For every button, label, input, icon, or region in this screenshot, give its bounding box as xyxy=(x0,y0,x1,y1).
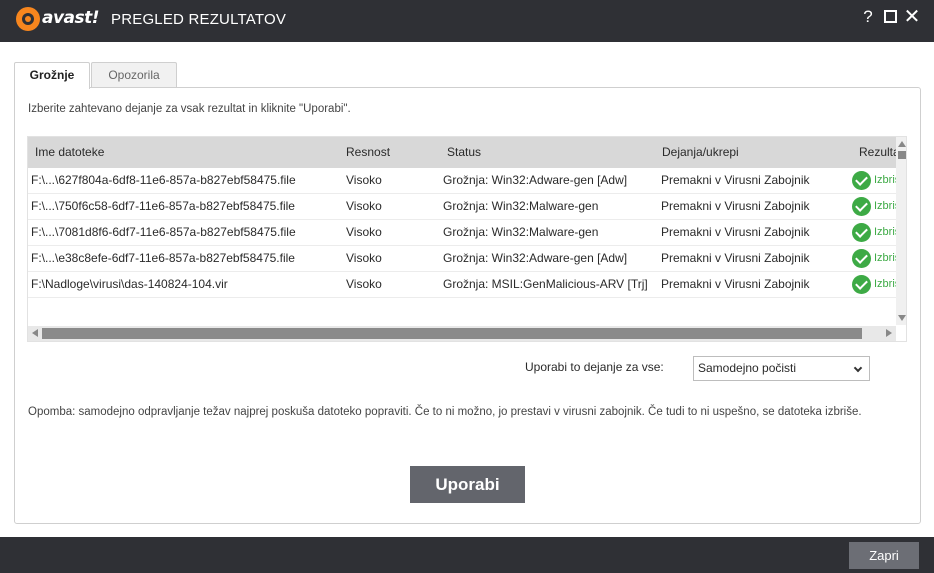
check-circle-icon xyxy=(852,197,871,216)
vertical-scrollbar[interactable] xyxy=(896,137,906,325)
avast-logo: avast! xyxy=(16,5,100,35)
cell-result: Izbrisano xyxy=(852,272,896,297)
table-row[interactable]: F:\...\750f6c58-6df7-11e6-857a-b827ebf58… xyxy=(28,194,896,220)
title-bar: avast! PREGLED REZULTATOV ? ✕ xyxy=(0,0,934,42)
check-circle-icon xyxy=(852,223,871,242)
cell-status: Grožnja: MSIL:GenMalicious-ARV [Trj] xyxy=(443,277,648,291)
result-text: Izbrisano xyxy=(874,174,896,186)
cell-action[interactable]: Premakni v Virusni Zabojnik xyxy=(661,246,851,271)
instruction-text: Izberite zahtevano dejanje za vsak rezul… xyxy=(28,103,351,115)
cell-status: Grožnja: Win32:Adware-gen [Adw] xyxy=(443,173,628,187)
tab-warnings[interactable]: Opozorila xyxy=(91,62,177,88)
column-header-action[interactable]: Dejanja/ukrepi xyxy=(662,137,852,168)
result-text: Izbrisano xyxy=(874,278,896,290)
cell-filename: F:\...\627f804a-6df8-11e6-857a-b827ebf58… xyxy=(31,173,296,187)
horizontal-scrollbar[interactable] xyxy=(28,326,896,341)
cell-action[interactable]: Premakni v Virusni Zabojnik xyxy=(661,168,851,193)
close-button[interactable]: Zapri xyxy=(849,542,919,569)
column-header-severity[interactable]: Resnost xyxy=(346,137,436,168)
footer-bar: Zapri xyxy=(0,537,934,573)
note-text: Opomba: samodejno odpravljanje težav naj… xyxy=(28,406,862,418)
cell-severity: Visoko xyxy=(346,199,382,213)
close-window-button[interactable]: ✕ xyxy=(901,6,923,28)
window-title: PREGLED REZULTATOV xyxy=(111,11,287,28)
cell-severity: Visoko xyxy=(346,251,382,265)
cell-status: Grožnja: Win32:Malware-gen xyxy=(443,225,599,239)
apply-all-selected-value: Samodejno počisti xyxy=(698,361,797,375)
results-panel: Izberite zahtevano dejanje za vsak rezul… xyxy=(14,87,921,524)
table-row[interactable]: F:\...\627f804a-6df8-11e6-857a-b827ebf58… xyxy=(28,168,896,194)
check-circle-icon xyxy=(852,275,871,294)
result-text: Izbrisano xyxy=(874,200,896,212)
check-circle-icon xyxy=(852,249,871,268)
table-row[interactable]: F:\...\7081d8f6-6df7-11e6-857a-b827ebf58… xyxy=(28,220,896,246)
cell-result: Izbrisano xyxy=(852,220,896,245)
cell-filename: F:\...\7081d8f6-6df7-11e6-857a-b827ebf58… xyxy=(31,225,296,239)
result-text: Izbrisano xyxy=(874,226,896,238)
column-header-filename[interactable]: Ime datoteke xyxy=(35,137,335,168)
scroll-left-arrow-icon[interactable] xyxy=(32,329,38,337)
cell-result: Izbrisano xyxy=(852,194,896,219)
cell-result: Izbrisano xyxy=(852,246,896,271)
cell-status: Grožnja: Win32:Adware-gen [Adw] xyxy=(443,251,628,265)
tab-threats[interactable]: Grožnje xyxy=(14,62,90,89)
cell-filename: F:\Nadloge\virusi\das-140824-104.vir xyxy=(31,277,228,291)
horizontal-scroll-thumb[interactable] xyxy=(42,328,862,339)
cell-filename: F:\...\750f6c58-6df7-11e6-857a-b827ebf58… xyxy=(31,199,295,213)
help-button[interactable]: ? xyxy=(857,6,879,28)
apply-all-label: Uporabi to dejanje za vse: xyxy=(525,360,664,374)
cell-action[interactable]: Premakni v Virusni Zabojnik xyxy=(661,220,851,245)
cell-severity: Visoko xyxy=(346,173,382,187)
scroll-down-arrow-icon[interactable] xyxy=(898,315,906,321)
table-row[interactable]: F:\Nadloge\virusi\das-140824-104.vir Vis… xyxy=(28,272,896,298)
vertical-scroll-thumb[interactable] xyxy=(898,151,906,159)
cell-action[interactable]: Premakni v Virusni Zabojnik xyxy=(661,272,851,297)
column-header-status[interactable]: Status xyxy=(447,137,657,168)
column-header-result[interactable]: Rezultat xyxy=(859,137,896,168)
cell-result: Izbrisano xyxy=(852,168,896,193)
table-row[interactable]: F:\...\e38c8efe-6df7-11e6-857a-b827ebf58… xyxy=(28,246,896,272)
cell-action[interactable]: Premakni v Virusni Zabojnik xyxy=(661,194,851,219)
maximize-icon xyxy=(883,10,897,23)
maximize-button[interactable] xyxy=(879,6,901,28)
scroll-right-arrow-icon[interactable] xyxy=(886,329,892,337)
cell-severity: Visoko xyxy=(346,225,382,239)
apply-button[interactable]: Uporabi xyxy=(410,466,525,503)
cell-status: Grožnja: Win32:Malware-gen xyxy=(443,199,599,213)
table-header: Ime datoteke Resnost Status Dejanja/ukre… xyxy=(28,137,896,168)
results-table: Ime datoteke Resnost Status Dejanja/ukre… xyxy=(27,136,907,342)
cell-filename: F:\...\e38c8efe-6df7-11e6-857a-b827ebf58… xyxy=(31,251,295,265)
cell-severity: Visoko xyxy=(346,277,382,291)
avast-ball-icon xyxy=(16,7,40,31)
check-circle-icon xyxy=(852,171,871,190)
result-text: Izbrisano xyxy=(874,252,896,264)
chevron-down-icon xyxy=(853,363,863,373)
apply-all-select[interactable]: Samodejno počisti xyxy=(693,356,870,381)
logo-text: avast! xyxy=(42,8,100,28)
scroll-up-arrow-icon[interactable] xyxy=(898,141,906,147)
